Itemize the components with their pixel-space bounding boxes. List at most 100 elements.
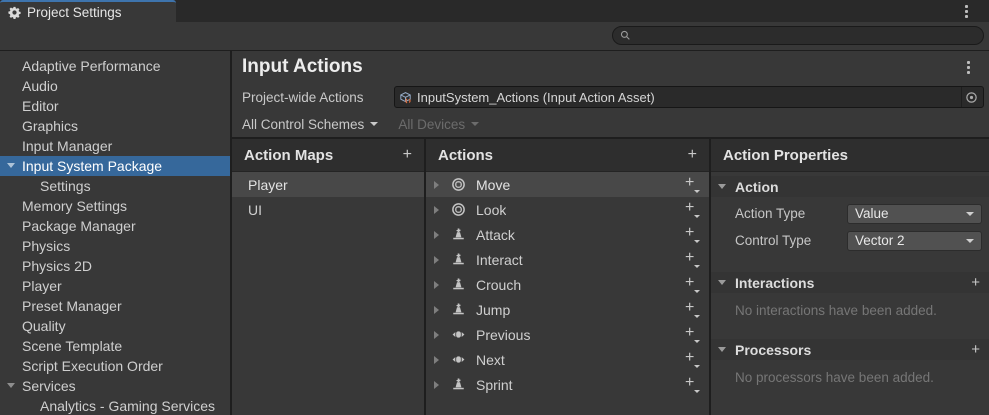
sidebar-item-script-execution-order[interactable]: Script Execution Order xyxy=(0,356,230,376)
add-binding-button[interactable]: + xyxy=(684,302,700,318)
action-label: Move xyxy=(476,177,510,193)
add-binding-button[interactable]: + xyxy=(684,252,700,268)
control-type-dropdown[interactable]: Vector 2 xyxy=(847,231,982,251)
add-interaction-button[interactable]: + xyxy=(971,275,980,290)
sidebar-item-services[interactable]: Services xyxy=(0,376,230,396)
sidebar-item-player[interactable]: Player xyxy=(0,276,230,296)
action-map-label: Player xyxy=(248,177,288,193)
control-type-row: Control Type Vector 2 xyxy=(711,230,989,251)
sidebar-item-editor[interactable]: Editor xyxy=(0,96,230,116)
sidebar-item-settings[interactable]: Settings xyxy=(0,176,230,196)
panel-menu-kebab-icon[interactable] xyxy=(965,59,972,76)
object-picker-icon xyxy=(965,91,978,104)
foldout-collapsed-icon[interactable] xyxy=(434,231,439,239)
sidebar-item-label: Memory Settings xyxy=(22,198,127,214)
chevron-down-icon xyxy=(694,390,700,393)
foldout-collapsed-icon[interactable] xyxy=(434,356,439,364)
add-binding-button[interactable]: + xyxy=(684,177,700,193)
window-body: Adaptive PerformanceAudioEditorGraphicsI… xyxy=(0,51,989,415)
action-row-attack[interactable]: Attack + xyxy=(426,222,709,247)
project-settings-window: Project Settings Adaptive Performance Aud… xyxy=(0,0,989,415)
sidebar-item-label: Physics xyxy=(22,238,70,254)
sidebar-item-label: Adaptive Performance xyxy=(22,58,161,74)
sidebar-item-audio[interactable]: Audio xyxy=(0,76,230,96)
window-menu-kebab-icon[interactable] xyxy=(963,3,970,20)
add-action-button[interactable]: + xyxy=(688,147,697,163)
processors-section-foldout[interactable]: Processors + xyxy=(711,339,989,360)
action-type-dropdown[interactable]: Value xyxy=(847,204,982,224)
search-field[interactable] xyxy=(612,26,984,45)
tab-title: Project Settings xyxy=(27,5,122,20)
sidebar-item-package-manager[interactable]: Package Manager xyxy=(0,216,230,236)
foldout-collapsed-icon[interactable] xyxy=(434,181,439,189)
action-label: Look xyxy=(476,202,506,218)
action-label: Attack xyxy=(476,227,515,243)
action-row-next[interactable]: Next + xyxy=(426,347,709,372)
chevron-down-icon xyxy=(471,122,479,126)
sidebar-item-input-system-package[interactable]: Input System Package xyxy=(0,156,230,176)
foldout-collapsed-icon[interactable] xyxy=(434,331,439,339)
tab-project-settings[interactable]: Project Settings xyxy=(0,0,176,22)
foldout-collapsed-icon[interactable] xyxy=(434,206,439,214)
sidebar-item-label: Preset Manager xyxy=(22,298,122,314)
actions-title: Actions xyxy=(438,147,493,164)
add-binding-button[interactable]: + xyxy=(684,277,700,293)
button-icon xyxy=(450,227,466,243)
action-row-crouch[interactable]: Crouch+ xyxy=(426,272,709,297)
foldout-open-icon[interactable] xyxy=(7,383,15,388)
add-processor-button[interactable]: + xyxy=(971,342,980,357)
foldout-collapsed-icon[interactable] xyxy=(434,281,439,289)
chevron-down-icon xyxy=(966,239,974,243)
sidebar-item-analytics-gaming-services[interactable]: Analytics - Gaming Services xyxy=(0,396,230,415)
action-row-sprint[interactable]: Sprint+ xyxy=(426,372,709,397)
sidebar-item-physics-2d[interactable]: Physics 2D xyxy=(0,256,230,276)
add-binding-button[interactable]: + xyxy=(684,227,700,243)
action-map-row-ui[interactable]: UI xyxy=(232,197,424,222)
foldout-collapsed-icon[interactable] xyxy=(434,306,439,314)
button-icon xyxy=(450,277,466,293)
add-binding-button[interactable]: + xyxy=(684,377,700,393)
action-section-foldout[interactable]: Action xyxy=(711,176,989,197)
project-wide-actions-label: Project-wide Actions xyxy=(242,90,394,105)
input-action-asset-field[interactable]: InputSystem_Actions (Input Action Asset) xyxy=(394,86,984,108)
action-row-interact[interactable]: Interact+ xyxy=(426,247,709,272)
button-icon xyxy=(450,302,466,318)
chevron-down-icon xyxy=(966,212,974,216)
add-binding-button[interactable]: + xyxy=(684,202,700,218)
control-schemes-dropdown[interactable]: All Control Schemes xyxy=(242,117,378,132)
interactions-section-foldout[interactable]: Interactions + xyxy=(711,272,989,293)
devices-dropdown[interactable]: All Devices xyxy=(398,117,479,132)
action-map-row-player[interactable]: Player xyxy=(232,172,424,197)
panel-header: Input Actions xyxy=(232,51,989,83)
add-action-map-button[interactable]: + xyxy=(403,147,412,163)
sidebar-item-adaptive-performance[interactable]: Adaptive Performance xyxy=(0,56,230,76)
action-row-look[interactable]: Look + xyxy=(426,197,709,222)
add-binding-button[interactable]: + xyxy=(684,352,700,368)
foldout-collapsed-icon[interactable] xyxy=(434,256,439,264)
sidebar-item-graphics[interactable]: Graphics xyxy=(0,116,230,136)
object-picker-button[interactable] xyxy=(961,87,981,107)
gear-icon xyxy=(8,6,21,19)
foldout-open-icon[interactable] xyxy=(7,163,15,168)
chevron-down-icon xyxy=(694,340,700,343)
sidebar-item-memory-settings[interactable]: Memory Settings xyxy=(0,196,230,216)
search-icon xyxy=(620,30,631,41)
sidebar-item-input-manager[interactable]: Input Manager xyxy=(0,136,230,156)
project-wide-actions-row: Project-wide Actions InputSystem_Actions… xyxy=(232,83,989,111)
add-binding-button[interactable]: + xyxy=(684,327,700,343)
sidebar-item-label: Editor xyxy=(22,98,59,114)
action-properties-column: Action Properties Action Action Type Val… xyxy=(711,139,989,415)
sidebar-item-quality[interactable]: Quality xyxy=(0,316,230,336)
button-icon xyxy=(450,252,466,268)
search-input[interactable] xyxy=(636,26,983,45)
sidebar-item-physics[interactable]: Physics xyxy=(0,236,230,256)
sidebar-item-scene-template[interactable]: Scene Template xyxy=(0,336,230,356)
action-row-move[interactable]: Move + xyxy=(426,172,709,197)
action-label: Next xyxy=(476,352,505,368)
chevron-down-icon xyxy=(694,315,700,318)
foldout-collapsed-icon[interactable] xyxy=(434,381,439,389)
sidebar-item-preset-manager[interactable]: Preset Manager xyxy=(0,296,230,316)
action-row-jump[interactable]: Jump+ xyxy=(426,297,709,322)
sidebar-item-label: Quality xyxy=(22,318,66,334)
action-row-previous[interactable]: Previous+ xyxy=(426,322,709,347)
